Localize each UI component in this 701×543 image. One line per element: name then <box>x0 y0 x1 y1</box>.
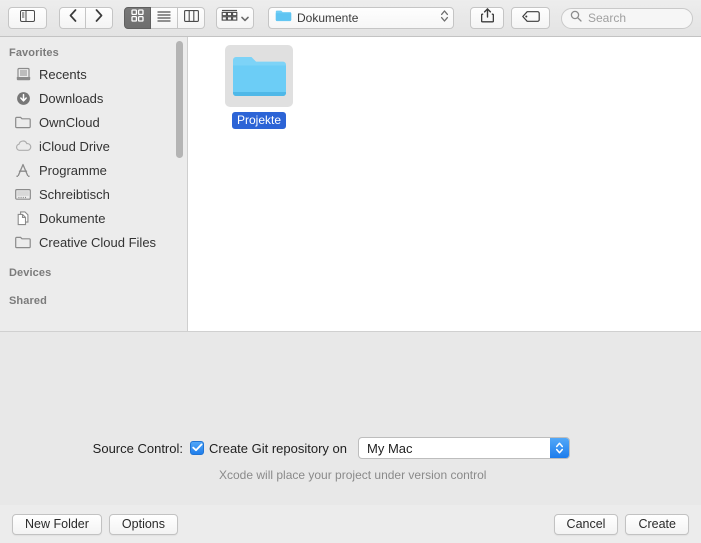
list-item[interactable]: Projekte <box>221 45 297 129</box>
share-icon <box>480 8 494 28</box>
path-popup-label: Dokumente <box>297 11 359 25</box>
forward-button[interactable] <box>86 7 113 29</box>
search-placeholder: Search <box>588 11 627 25</box>
list-item-label: Projekte <box>231 112 287 129</box>
accessory-panel: Source Control: Create Git repository on… <box>0 331 701 505</box>
sidebar-item-label: Dokumente <box>39 210 106 226</box>
source-control-label: Source Control: <box>92 440 183 456</box>
chevron-down-icon <box>241 9 249 27</box>
view-list-button[interactable] <box>151 7 178 29</box>
icon-view-icon <box>131 9 144 27</box>
search-input[interactable]: Search <box>561 7 693 29</box>
options-button[interactable]: Options <box>108 513 179 535</box>
navigation-buttons <box>59 7 113 29</box>
sidebar-item-label: Creative Cloud Files <box>39 234 157 250</box>
chevron-left-icon <box>69 9 77 27</box>
sidebar-item-downloads[interactable]: Downloads <box>0 86 187 110</box>
checkmark-icon <box>191 439 203 457</box>
downloads-icon <box>14 90 32 106</box>
file-list[interactable]: Projekte <box>188 37 701 331</box>
view-icon-button[interactable] <box>124 7 151 29</box>
sidebar-item-label: OwnCloud <box>39 114 100 130</box>
sidebar-item-label: iCloud Drive <box>39 138 110 154</box>
git-location-popup[interactable]: My Mac <box>358 437 571 459</box>
arrange-button[interactable] <box>216 7 254 29</box>
share-button[interactable] <box>470 7 504 29</box>
sidebar-item-schreibtisch[interactable]: Schreibtisch <box>0 182 187 206</box>
folder-icon <box>14 234 32 250</box>
folder-icon <box>225 45 293 107</box>
applications-icon <box>14 162 32 178</box>
source-control-row: Source Control: Create Git repository on… <box>0 437 701 459</box>
sidebar-item-dokumente[interactable]: Dokumente <box>0 206 187 230</box>
tag-icon <box>521 9 540 27</box>
sidebar-item-programme[interactable]: Programme <box>0 158 187 182</box>
new-folder-button[interactable]: New Folder <box>12 513 102 535</box>
recents-icon <box>14 66 32 82</box>
sidebar-item-creative-cloud-files[interactable]: Creative Cloud Files <box>0 230 187 254</box>
sidebar-section-favorites: Favorites <box>9 47 59 59</box>
sidebar-item-icloud-drive[interactable]: iCloud Drive <box>0 134 187 158</box>
path-popup-button[interactable]: Dokumente <box>268 7 454 29</box>
list-view-icon <box>157 9 171 27</box>
file-browser: Favorites Recents Downloads OwnCloud iCl… <box>0 37 701 331</box>
back-button[interactable] <box>59 7 86 29</box>
folder-icon <box>275 9 292 27</box>
chevron-right-icon <box>95 9 103 27</box>
sidebar-item-owncloud[interactable]: OwnCloud <box>0 110 187 134</box>
sidebar-section-devices: Devices <box>9 267 52 279</box>
folder-icon <box>14 114 32 130</box>
sidebar-item-label: Programme <box>39 162 107 178</box>
source-control-hint: Xcode will place your project under vers… <box>219 468 487 482</box>
column-view-icon <box>183 9 199 27</box>
view-columns-button[interactable] <box>178 7 205 29</box>
sidebar-item-label: Schreibtisch <box>39 186 110 202</box>
create-button[interactable]: Create <box>625 513 689 535</box>
sidebar-scrollbar[interactable] <box>176 41 183 158</box>
desktop-icon <box>14 186 32 202</box>
toolbar: Dokumente Search <box>0 0 701 37</box>
sidebar-toggle-button[interactable] <box>8 7 47 29</box>
icloud-icon <box>14 138 32 154</box>
chevron-up-down-icon <box>550 438 570 458</box>
git-location-value: My Mac <box>367 440 413 456</box>
sidebar-item-label: Recents <box>39 66 87 82</box>
documents-icon <box>14 210 32 226</box>
sidebar-section-shared: Shared <box>9 295 47 307</box>
search-icon <box>570 9 582 27</box>
sidebar-item-recents[interactable]: Recents <box>0 62 187 86</box>
create-git-repository-label: Create Git repository on <box>209 440 348 456</box>
save-dialog: Dokumente Search Favorites Recents Downl… <box>0 0 701 543</box>
sidebar: Favorites Recents Downloads OwnCloud iCl… <box>0 37 188 331</box>
chevron-up-down-icon <box>440 8 449 29</box>
view-mode-segments <box>124 7 205 29</box>
cancel-button[interactable]: Cancel <box>553 513 619 535</box>
arrange-grid-icon <box>221 9 238 27</box>
sidebar-toggle-icon <box>20 9 35 27</box>
tag-button[interactable] <box>511 7 550 29</box>
bottom-bar: New Folder Options Cancel Create <box>0 505 701 543</box>
sidebar-item-label: Downloads <box>39 90 104 106</box>
create-git-repository-checkbox[interactable] <box>190 441 204 455</box>
